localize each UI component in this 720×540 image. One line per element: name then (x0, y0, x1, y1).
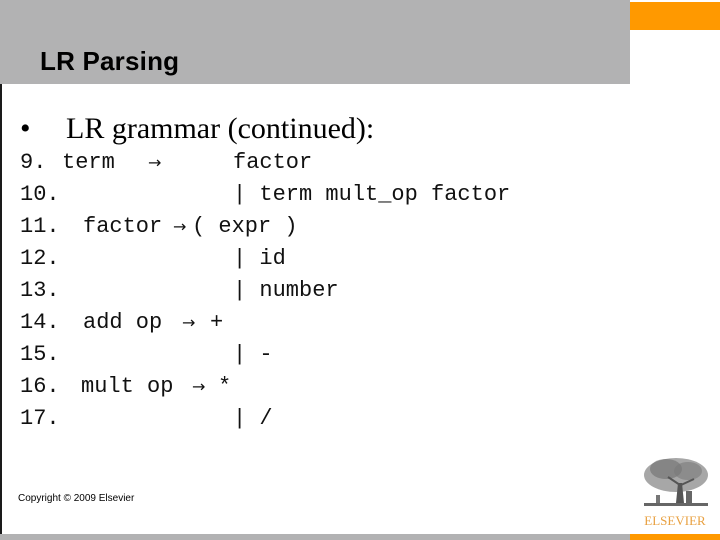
line-number: 13. (20, 278, 60, 303)
line-number: 10. (20, 182, 60, 207)
elsevier-logo: ELSEVIER (638, 455, 712, 533)
production-rhs: | term mult_op factor (233, 182, 511, 207)
grammar-line: 14. add op → + (20, 310, 223, 342)
footer-bar (0, 534, 630, 540)
copyright-footer: Copyright © 2009 Elsevier (18, 493, 135, 504)
line-number: 14. (20, 310, 60, 335)
production-rhs: | / (233, 406, 273, 431)
bullet-text: LR grammar (continued): (66, 112, 375, 145)
header-accent (630, 2, 720, 30)
elsevier-tree-icon (644, 458, 708, 506)
arrow-icon: → (148, 153, 162, 172)
production-rhs: | number (233, 278, 339, 303)
line-number: 11. (20, 214, 60, 239)
grammar-line: 17. | / (20, 406, 273, 438)
grammar-line: 9. term → factor (20, 150, 312, 182)
production-lhs: term (62, 150, 115, 175)
arrow-icon: → (173, 217, 187, 236)
line-number: 17. (20, 406, 60, 431)
line-number: 9. (20, 150, 47, 175)
grammar-line: 13. | number (20, 278, 339, 310)
arrow-icon: → (182, 313, 196, 332)
slide-title: LR Parsing (40, 46, 180, 76)
production-rhs: + (210, 310, 224, 335)
grammar-line: 11. factor → ( expr ) (20, 214, 298, 246)
production-lhs: mult op (81, 374, 174, 399)
grammar-line: 15. | - (20, 342, 273, 374)
bullet-marker: • (20, 112, 31, 145)
grammar-listing: 9. term → factor 10. | term mult_op fact… (20, 150, 510, 438)
footer-accent (630, 534, 720, 540)
line-number: 16. (20, 374, 60, 399)
grammar-line: 10. | term mult_op factor (20, 182, 510, 214)
arrow-icon: → (192, 377, 206, 396)
production-rhs: ( expr ) (192, 214, 298, 239)
elsevier-wordmark: ELSEVIER (644, 513, 706, 528)
production-rhs: | id (233, 246, 286, 271)
production-rhs: | - (233, 342, 273, 367)
line-number: 12. (20, 246, 60, 271)
line-number: 15. (20, 342, 60, 367)
production-lhs: factor (83, 214, 163, 239)
grammar-line: 16. mult op → * (20, 374, 231, 406)
production-lhs: add op (83, 310, 163, 335)
production-rhs: factor (233, 150, 313, 175)
grammar-line: 12. | id (20, 246, 286, 278)
production-rhs: * (218, 374, 232, 399)
